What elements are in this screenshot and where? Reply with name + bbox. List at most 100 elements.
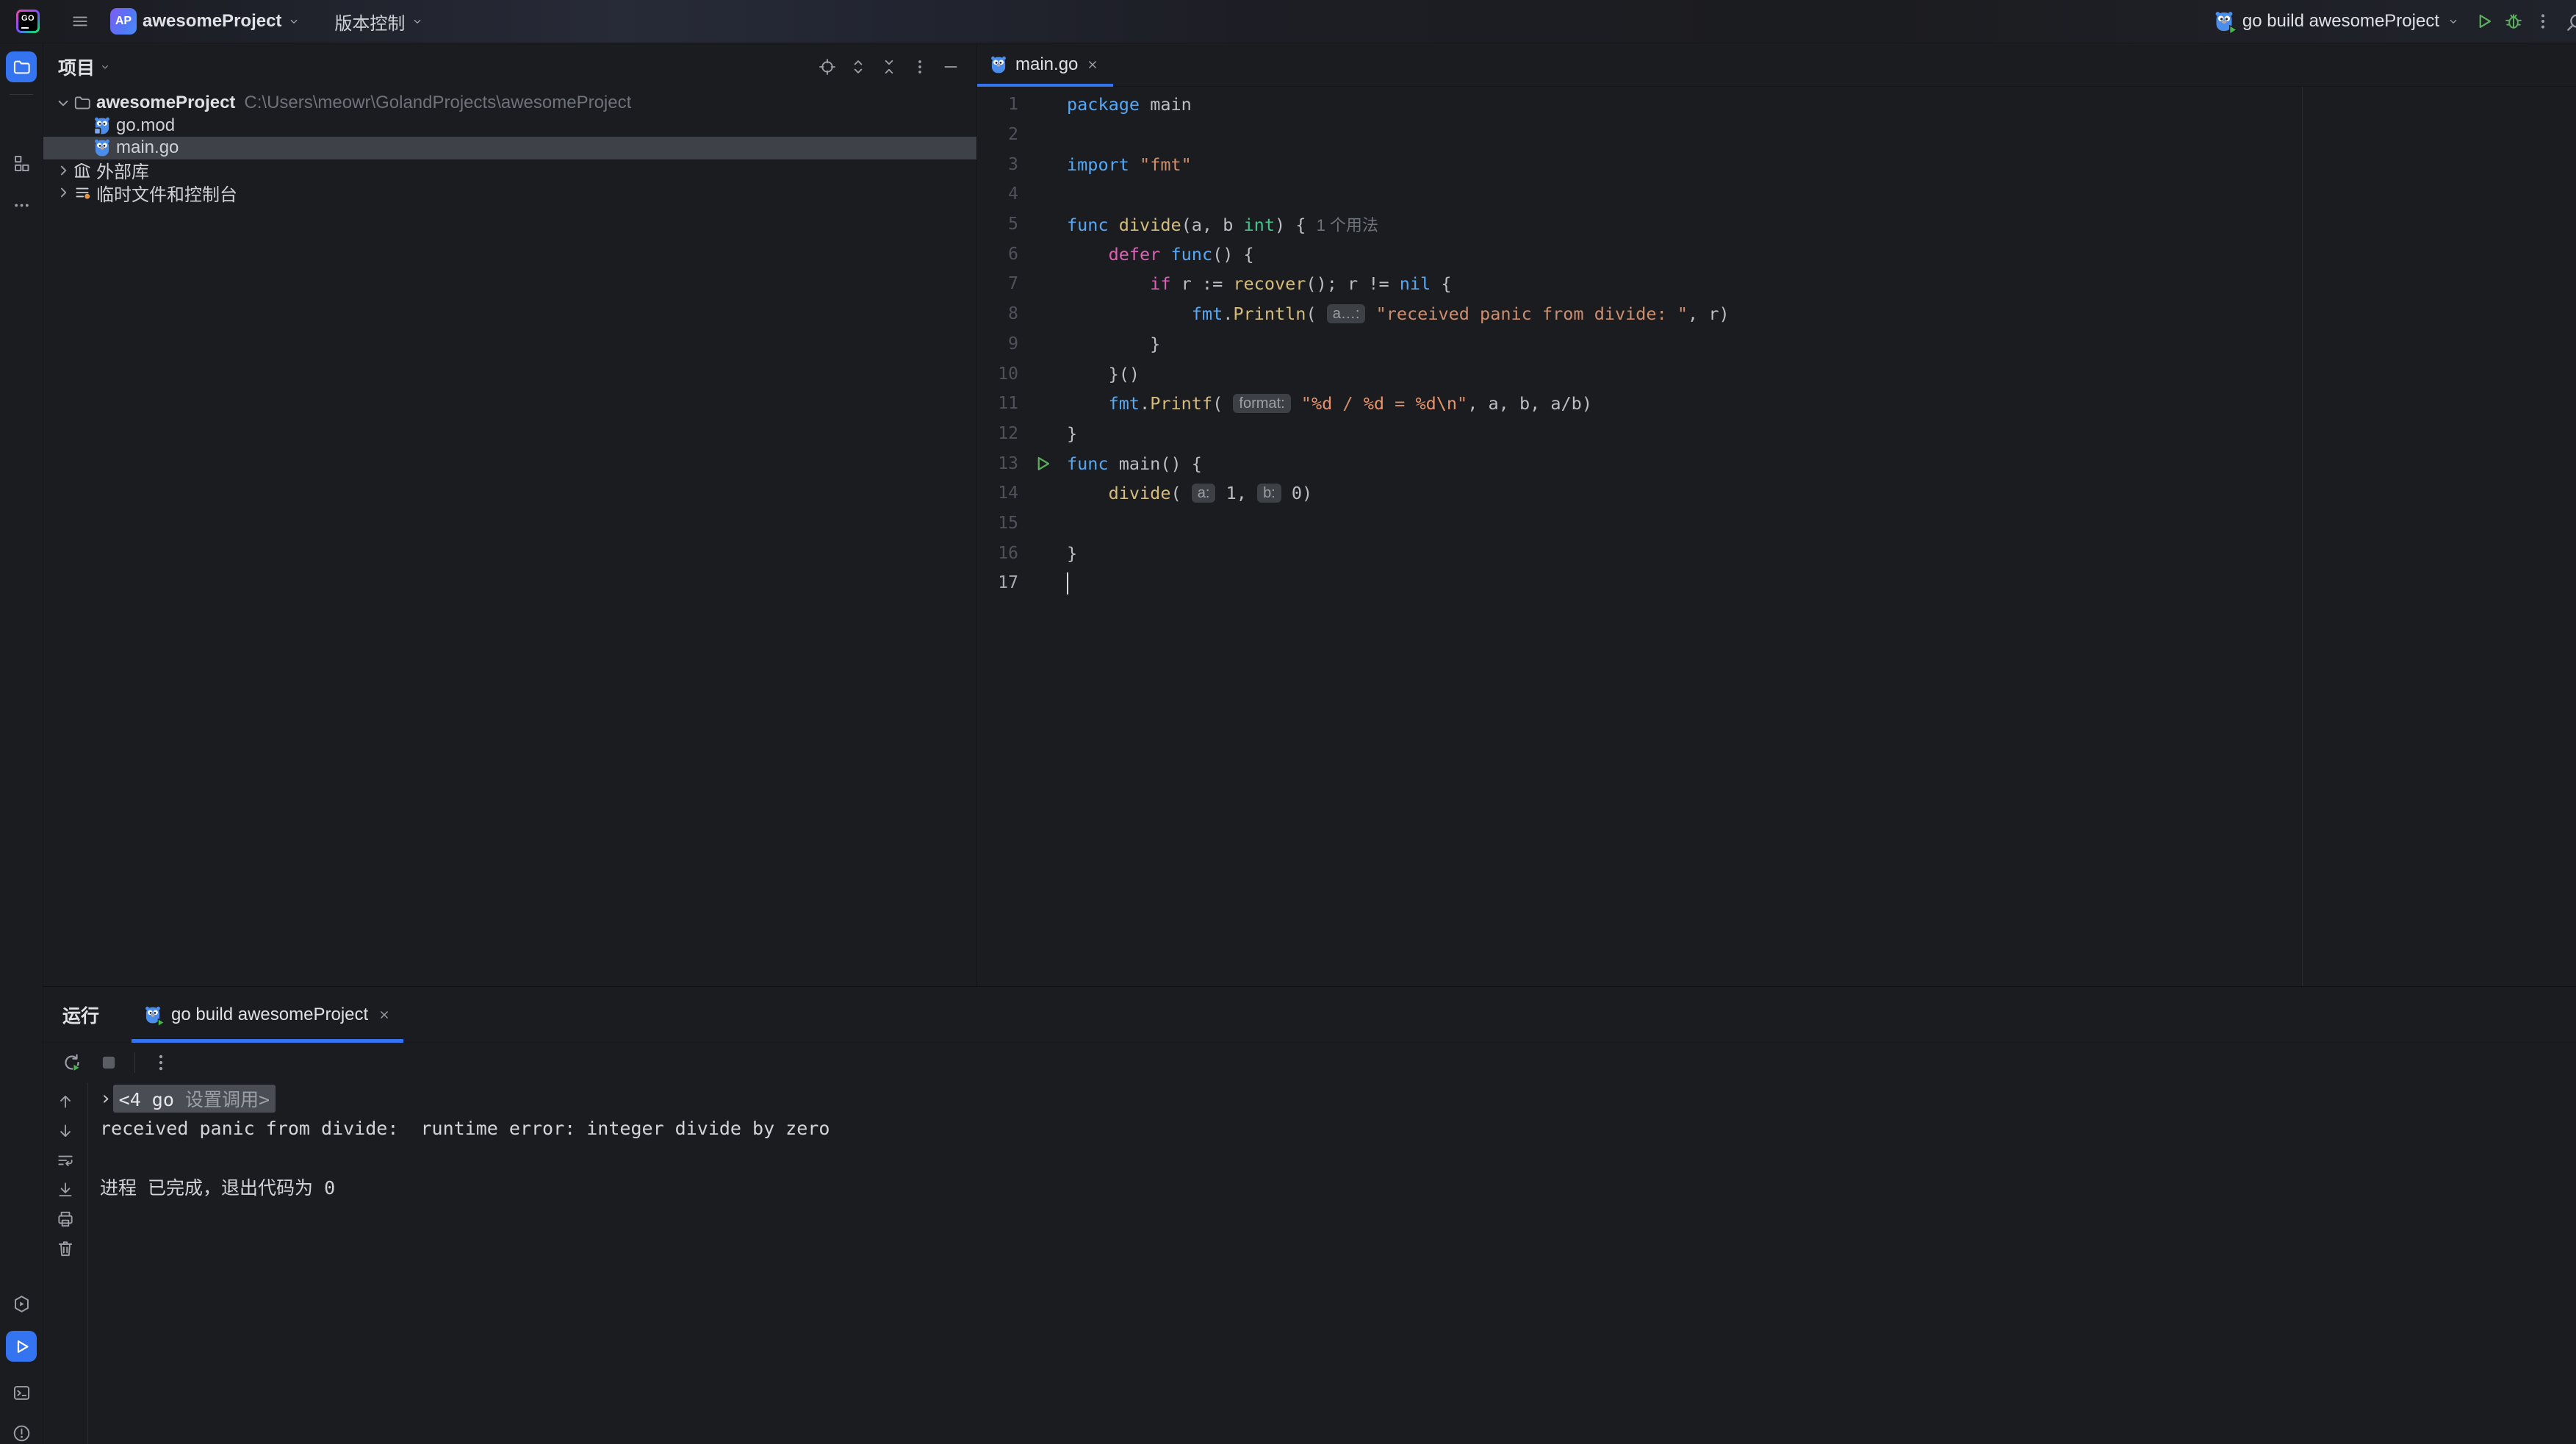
line-number[interactable]: 9 bbox=[977, 334, 1018, 353]
expand-all-button[interactable] bbox=[849, 57, 868, 76]
stripe-separator bbox=[10, 94, 33, 95]
run-tab-label: go build awesomeProject bbox=[171, 1005, 368, 1025]
line-number[interactable]: 14 bbox=[977, 484, 1018, 503]
code-line-2[interactable]: 2 bbox=[977, 120, 2576, 150]
code-line-4[interactable]: 4 bbox=[977, 179, 2576, 209]
code-line-1[interactable]: 1package main bbox=[977, 90, 2576, 120]
line-number[interactable]: 11 bbox=[977, 394, 1018, 413]
code-token: func bbox=[1171, 244, 1213, 265]
line-number[interactable]: 1 bbox=[977, 95, 1018, 114]
panel-options-button[interactable] bbox=[910, 57, 929, 76]
more-actions-button[interactable] bbox=[2530, 9, 2555, 34]
next-occurrence-icon[interactable] bbox=[51, 1116, 80, 1146]
project-panel-title[interactable]: 项目 bbox=[58, 54, 111, 80]
code-line-17[interactable]: 17 bbox=[977, 568, 2576, 598]
code-line-13[interactable]: 13func main() { bbox=[977, 448, 2576, 478]
line-number[interactable]: 12 bbox=[977, 424, 1018, 443]
close-tab-icon[interactable] bbox=[1085, 57, 1100, 72]
stripe-project[interactable] bbox=[6, 51, 37, 82]
code-token: main bbox=[1140, 94, 1192, 115]
code-line-12[interactable]: 12} bbox=[977, 419, 2576, 449]
code-line-11[interactable]: 11 fmt.Printf( format: "%d / %d = %d\n",… bbox=[977, 389, 2576, 419]
fold-expand-icon[interactable]: › bbox=[100, 1088, 112, 1110]
code-line-10[interactable]: 10 }() bbox=[977, 359, 2576, 389]
code-token: (); r != bbox=[1306, 273, 1399, 294]
line-number[interactable]: 6 bbox=[977, 245, 1018, 264]
stop-button[interactable] bbox=[98, 1052, 120, 1074]
print-icon[interactable] bbox=[51, 1204, 80, 1234]
line-number[interactable]: 3 bbox=[977, 155, 1018, 174]
code-token: %d bbox=[1312, 393, 1332, 414]
chevron-down-icon[interactable] bbox=[54, 93, 73, 112]
tree-item-main.go[interactable]: main.go bbox=[43, 137, 976, 159]
code-token: " bbox=[1301, 393, 1312, 414]
code-line-14[interactable]: 14 divide( a: 1, b: 0) bbox=[977, 478, 2576, 509]
inlay-hint-chip[interactable]: format: bbox=[1233, 394, 1290, 413]
stripe-services[interactable] bbox=[6, 1288, 37, 1319]
line-number[interactable]: 15 bbox=[977, 514, 1018, 533]
code-line-8[interactable]: 8 fmt.Println( a…: "received panic from … bbox=[977, 299, 2576, 329]
collapse-all-button[interactable] bbox=[879, 57, 899, 76]
run-tab[interactable]: go build awesomeProject bbox=[132, 987, 403, 1042]
debug-button[interactable] bbox=[2501, 9, 2526, 34]
editor-tab-main-go[interactable]: main.go bbox=[977, 43, 1113, 86]
tree-item-go.mod[interactable]: go.mod bbox=[43, 115, 976, 137]
code-line-9[interactable]: 9 } bbox=[977, 329, 2576, 359]
inlay-hint-chip[interactable]: b: bbox=[1257, 484, 1281, 503]
code-text: divide( a: 1, b: 0) bbox=[1067, 483, 1312, 504]
code-line-6[interactable]: 6 defer func() { bbox=[977, 239, 2576, 269]
project-widget[interactable]: AP awesomeProject bbox=[103, 4, 308, 39]
editor: main.go 1package main23import "fmt"45fun… bbox=[977, 43, 2576, 986]
tree-item-awesomeProject[interactable]: awesomeProjectC:\Users\meowr\GolandProje… bbox=[43, 92, 976, 115]
inlay-hint-chip[interactable]: a…: bbox=[1327, 304, 1366, 323]
code-text bbox=[1067, 572, 1068, 595]
folded-gosetup-chip[interactable]: <4 go 设置调用> bbox=[113, 1085, 276, 1113]
chevron-right-icon[interactable] bbox=[54, 183, 73, 202]
vcs-widget[interactable]: 版本控制 bbox=[327, 4, 431, 39]
line-number[interactable]: 8 bbox=[977, 304, 1018, 323]
tree-item-外部库[interactable]: 外部库 bbox=[43, 159, 976, 182]
code-line-7[interactable]: 7 if r := recover(); r != nil { bbox=[977, 269, 2576, 299]
line-number[interactable]: 7 bbox=[977, 274, 1018, 293]
code-line-5[interactable]: 5func divide(a, b int) { 1 个用法 bbox=[977, 209, 2576, 240]
prev-occurrence-icon[interactable] bbox=[51, 1087, 80, 1116]
code-token: main() { bbox=[1109, 453, 1202, 474]
code-line-3[interactable]: 3import "fmt" bbox=[977, 149, 2576, 179]
stripe-structure[interactable] bbox=[6, 148, 37, 179]
stripe-more[interactable] bbox=[6, 190, 37, 220]
code-line-15[interactable]: 15 bbox=[977, 509, 2576, 539]
soft-wrap-icon[interactable] bbox=[51, 1146, 80, 1175]
code-line-16[interactable]: 16} bbox=[977, 538, 2576, 568]
code-token: import bbox=[1067, 154, 1129, 175]
close-tab-icon[interactable] bbox=[377, 1007, 392, 1022]
stripe-terminal[interactable] bbox=[6, 1377, 37, 1408]
inlay-hint-chip[interactable]: a: bbox=[1192, 484, 1216, 503]
stripe-problems[interactable] bbox=[6, 1418, 37, 1444]
run-configuration-widget[interactable]: go build awesomeProject bbox=[2206, 6, 2467, 37]
line-number[interactable]: 10 bbox=[977, 364, 1018, 384]
line-number[interactable]: 13 bbox=[977, 454, 1018, 473]
stripe-run[interactable] bbox=[6, 1331, 37, 1362]
line-number[interactable]: 2 bbox=[977, 125, 1018, 144]
clear-all-icon[interactable] bbox=[51, 1234, 80, 1263]
main-menu-icon[interactable] bbox=[71, 12, 90, 31]
hide-panel-button[interactable] bbox=[941, 57, 960, 76]
search-icon[interactable] bbox=[2564, 10, 2576, 34]
line-number[interactable]: 5 bbox=[977, 215, 1018, 234]
line-number[interactable]: 16 bbox=[977, 544, 1018, 563]
rerun-button[interactable] bbox=[61, 1052, 83, 1074]
code-token: 0) bbox=[1281, 483, 1312, 503]
run-main-gutter-icon[interactable] bbox=[1018, 453, 1067, 474]
line-number[interactable]: 17 bbox=[977, 573, 1018, 592]
console-more-button[interactable] bbox=[150, 1052, 172, 1074]
code-token: ( bbox=[1212, 393, 1233, 414]
code-token: }() bbox=[1067, 364, 1140, 384]
scroll-to-end-icon[interactable] bbox=[51, 1175, 80, 1204]
code-token: ( bbox=[1306, 303, 1326, 324]
code-area[interactable]: 1package main23import "fmt"45func divide… bbox=[977, 87, 2576, 986]
line-number[interactable]: 4 bbox=[977, 184, 1018, 204]
locate-file-button[interactable] bbox=[818, 57, 837, 76]
tree-item-临时文件和控制台[interactable]: 临时文件和控制台 bbox=[43, 182, 976, 204]
run-button[interactable] bbox=[2472, 9, 2497, 34]
chevron-right-icon[interactable] bbox=[54, 161, 73, 180]
